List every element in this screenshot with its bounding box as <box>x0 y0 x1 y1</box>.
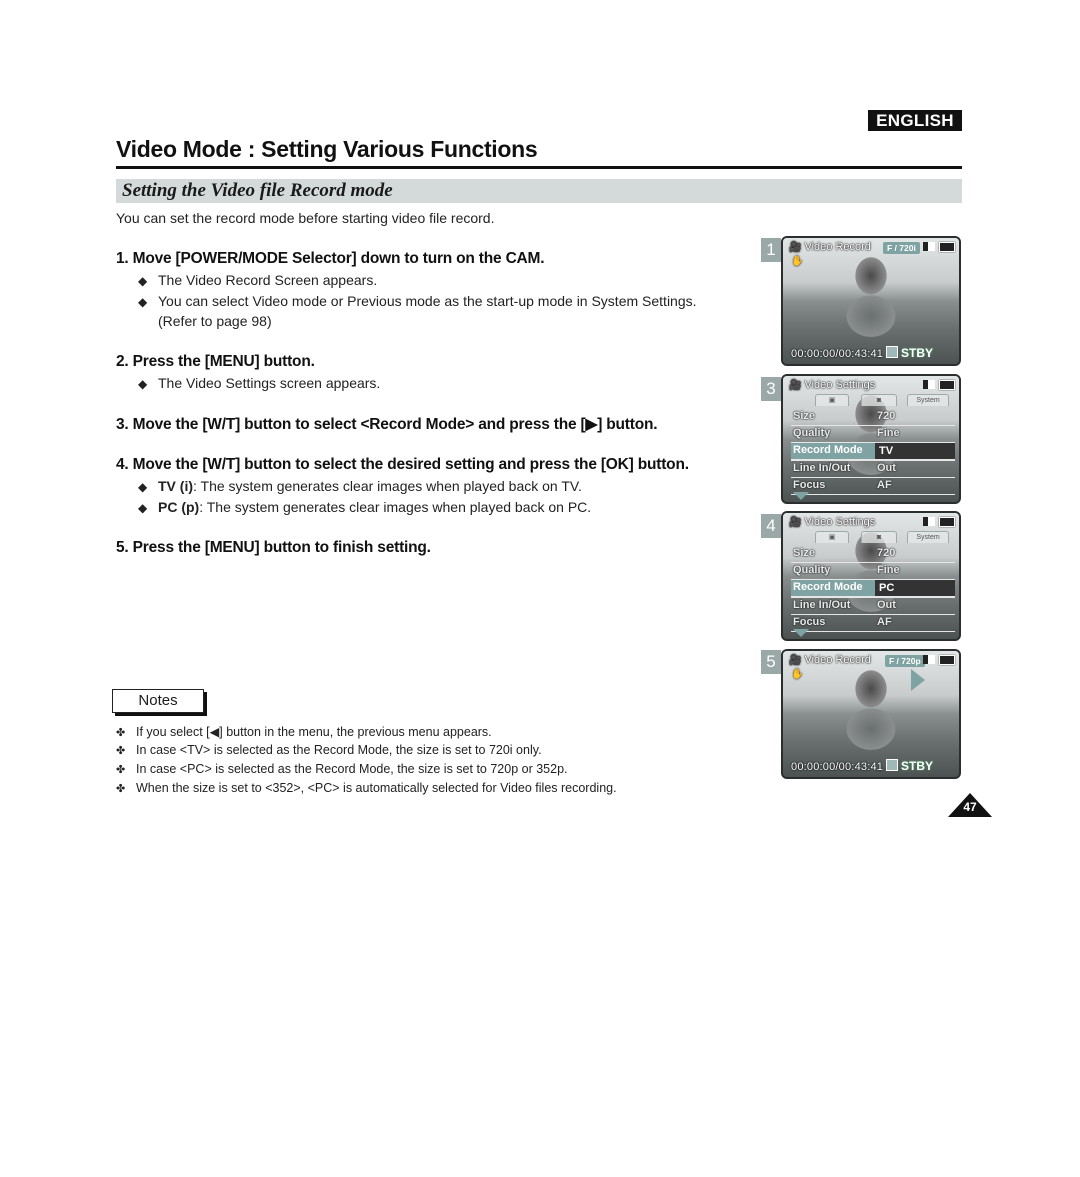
step-3: 3. Move the [W/T] button to select <Reco… <box>116 416 658 433</box>
camera-screen-video-settings: 🎥 Video Settings ▣ ◙ System Size 720 Quali… <box>781 511 961 641</box>
record-status-icon <box>885 759 898 771</box>
cross-bullet-icon: ✤ <box>116 764 126 776</box>
memory-icon <box>923 242 935 251</box>
menu-row-quality[interactable]: Quality Fine <box>791 426 955 443</box>
screen-title: Video Record <box>804 241 871 253</box>
tab-video[interactable]: ▣ <box>815 394 849 406</box>
diamond-bullet-icon: ◆ <box>138 377 148 391</box>
menu-row-line-in-out[interactable]: Line In/Out Out <box>791 461 955 478</box>
video-camera-icon: 🎥 <box>789 517 802 528</box>
title-divider <box>116 166 962 169</box>
video-camera-icon: 🎥 <box>789 380 802 391</box>
settings-tabs: ▣ ◙ System <box>795 394 949 406</box>
play-arrow-icon <box>911 669 925 691</box>
step-1-bullet: ◆ You can select Video mode or Previous m… <box>138 293 697 309</box>
status-indicator: STBY <box>885 759 933 773</box>
screen-title: Video Settings <box>804 516 876 528</box>
menu-row-line-in-out[interactable]: Line In/Out Out <box>791 598 955 615</box>
camera-screen-video-record: 🎥 Video Record F / 720i ✋ 00:00:00/00:43:… <box>781 236 961 366</box>
battery-icon <box>939 517 955 527</box>
note-item: ✤ In case <TV> is selected as the Record … <box>116 743 542 757</box>
tab-photo[interactable]: ◙ <box>861 531 897 543</box>
camera-screen-video-settings: 🎥 Video Settings ▣ ◙ System Size 720 Quali… <box>781 374 961 504</box>
memory-icon <box>923 655 935 664</box>
menu-row-size[interactable]: Size 720 <box>791 546 955 563</box>
menu-row-focus[interactable]: Focus AF <box>791 478 955 495</box>
screen-title: Video Settings <box>804 379 876 391</box>
screen-number: 3 <box>761 377 781 401</box>
camera-screen-video-record: 🎥 Video Record F / 720p ✋ 00:00:00/00:43:… <box>781 649 961 779</box>
screen-number: 1 <box>761 238 781 262</box>
video-camera-icon: 🎥 <box>789 242 802 253</box>
menu-row-focus[interactable]: Focus AF <box>791 615 955 632</box>
cross-bullet-icon: ✤ <box>116 783 126 795</box>
tab-system[interactable]: System <box>907 394 949 406</box>
language-badge: ENGLISH <box>868 110 962 131</box>
quality-tag: F / 720p <box>885 655 925 667</box>
cross-bullet-icon: ✤ <box>116 745 126 757</box>
tab-photo[interactable]: ◙ <box>861 394 897 406</box>
screen-title: Video Record <box>804 654 871 666</box>
diamond-bullet-icon: ◆ <box>138 501 148 515</box>
screen-number: 5 <box>761 650 781 674</box>
note-item: ✤ In case <PC> is selected as the Record … <box>116 762 568 776</box>
diamond-bullet-icon: ◆ <box>138 480 148 494</box>
page-title: Video Mode : Setting Various Functions <box>116 136 538 162</box>
timecode: 00:00:00/00:43:41 <box>791 348 884 360</box>
step-1-bullet: ◆ The Video Record Screen appears. <box>138 272 378 288</box>
memory-icon <box>923 380 935 389</box>
section-title: Setting the Video file Record mode <box>122 180 393 201</box>
tab-system[interactable]: System <box>907 531 949 543</box>
note-item: ✤ When the size is set to <352>, <PC> is … <box>116 781 617 795</box>
quality-tag: F / 720i <box>883 242 920 254</box>
diamond-bullet-icon: ◆ <box>138 274 148 288</box>
step-4: 4. Move the [W/T] button to select the d… <box>116 456 689 473</box>
scroll-down-icon[interactable] <box>793 629 809 637</box>
intro-text: You can set the record mode before start… <box>116 210 495 226</box>
diamond-bullet-icon: ◆ <box>138 295 148 309</box>
step-2-bullet: ◆ The Video Settings screen appears. <box>138 375 381 391</box>
stabilizer-icon: ✋ <box>791 669 804 680</box>
menu-row-record-mode[interactable]: Record Mode TV <box>791 443 955 461</box>
step-1: 1. Move [POWER/MODE Selector] down to tu… <box>116 250 545 267</box>
timecode: 00:00:00/00:43:41 <box>791 761 884 773</box>
cross-bullet-icon: ✤ <box>116 727 126 739</box>
tab-video[interactable]: ▣ <box>815 531 849 543</box>
menu-row-size[interactable]: Size 720 <box>791 409 955 426</box>
scroll-down-icon[interactable] <box>793 492 809 500</box>
video-camera-icon: 🎥 <box>789 655 802 666</box>
step-5: 5. Press the [MENU] button to finish set… <box>116 539 431 556</box>
settings-tabs: ▣ ◙ System <box>795 531 949 543</box>
screen-number: 4 <box>761 514 781 538</box>
menu-row-quality[interactable]: Quality Fine <box>791 563 955 580</box>
battery-icon <box>939 655 955 665</box>
note-item: ✤ If you select [◀] button in the menu, t… <box>116 725 492 739</box>
page-number: 47 <box>963 800 977 814</box>
battery-icon <box>939 380 955 390</box>
record-status-icon <box>885 346 898 358</box>
memory-icon <box>923 517 935 526</box>
step-2: 2. Press the [MENU] button. <box>116 353 315 370</box>
status-indicator: STBY <box>885 346 933 360</box>
step-1-bullet-continued: (Refer to page 98) <box>158 313 272 329</box>
stabilizer-icon: ✋ <box>791 256 804 267</box>
step-4-bullet-tv: ◆ TV (i): The system generates clear imag… <box>138 478 582 494</box>
notes-heading: Notes <box>112 689 204 713</box>
menu-row-record-mode[interactable]: Record Mode PC <box>791 580 955 598</box>
battery-icon <box>939 242 955 252</box>
step-4-bullet-pc: ◆ PC (p): The system generates clear imag… <box>138 499 592 515</box>
